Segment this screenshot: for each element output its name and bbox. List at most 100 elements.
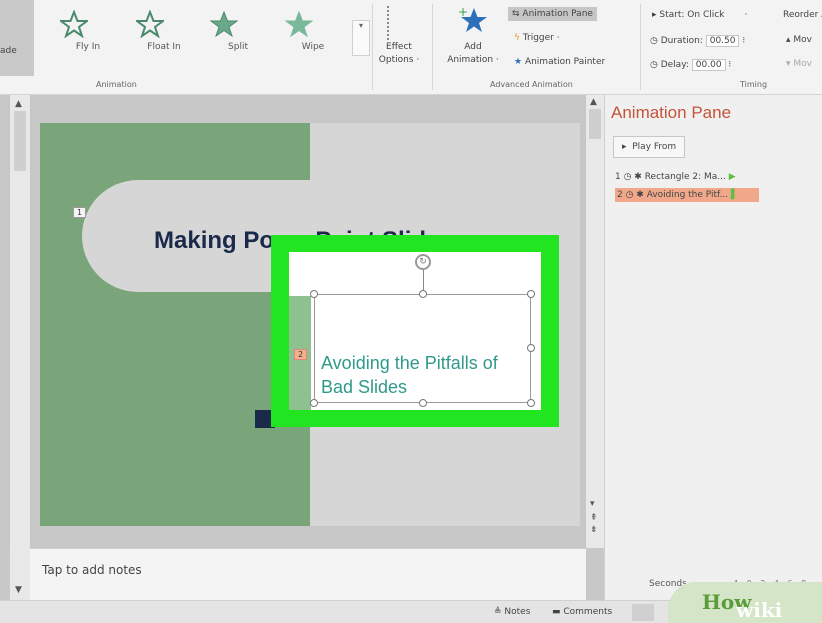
move-later-label: Mov	[793, 59, 812, 69]
start-control[interactable]: ▸ Start: On Click ·	[652, 10, 747, 20]
previous-slide-icon[interactable]: ⇞	[590, 513, 598, 523]
animation-painter-label: Animation Painter	[524, 57, 606, 67]
chevron-down-icon: ·	[727, 10, 748, 20]
animation-group-label: Animation	[96, 80, 137, 89]
resize-handle[interactable]	[419, 399, 427, 407]
start-value: On Click	[687, 10, 725, 20]
pane-item-1[interactable]: 1 ◷ ✱ Rectangle 2: Ma... ▶	[615, 170, 736, 184]
pane-item-label: 2 ◷ ✱ Avoiding the Pitf...	[617, 190, 729, 200]
duration-label: Duration:	[660, 36, 703, 46]
add-animation-label: Add	[464, 42, 482, 52]
lightning-icon: ϟ	[514, 33, 523, 43]
resize-handle[interactable]	[419, 290, 427, 298]
fade-animation-button[interactable]: ade	[0, 0, 34, 76]
scroll-up-icon[interactable]: ▲	[590, 97, 597, 107]
star-plus-icon: +	[458, 5, 487, 32]
painter-star-icon: ★	[514, 57, 525, 67]
split-button[interactable]: Split	[210, 10, 266, 52]
play-from-button[interactable]: ▸ Play From	[613, 136, 686, 158]
star-icon	[60, 10, 88, 38]
star-icon	[285, 10, 313, 38]
rotate-handle-icon[interactable]: ↻	[415, 254, 431, 270]
notes-label: Notes	[504, 607, 531, 617]
pane-item-2[interactable]: 2 ◷ ✱ Avoiding the Pitf... ▌	[615, 188, 759, 202]
animation-painter-button[interactable]: ★ Animation Painter	[514, 57, 605, 67]
notes-icon: ≜	[494, 607, 505, 617]
float-in-label: Float In	[147, 42, 181, 52]
add-animation-label-2: Animation ·	[447, 55, 499, 65]
next-slide-icon[interactable]: ⇟	[590, 525, 598, 535]
divider	[640, 4, 641, 90]
resize-handle[interactable]	[310, 290, 318, 298]
spinner-icon[interactable]: ⁝	[728, 60, 731, 70]
trigger-label: Trigger ·	[522, 33, 560, 43]
star-icon	[210, 10, 238, 38]
add-animation-button[interactable]: + Add Animation ·	[444, 4, 502, 66]
resize-handle[interactable]	[527, 344, 535, 352]
notes-area[interactable]: Tap to add notes	[30, 548, 586, 600]
fly-in-label: Fly In	[75, 42, 101, 52]
move-earlier-label: Mov	[793, 35, 812, 45]
timeline-bar-icon: ▌	[731, 190, 738, 200]
slide-subtitle[interactable]: Avoiding the Pitfalls of Bad Slides	[321, 351, 526, 399]
start-label: Start:	[659, 10, 685, 20]
star-icon	[136, 10, 164, 38]
effect-options-button[interactable]: Effect Options ·	[376, 6, 422, 66]
animation-pane: Animation Pane ▸ Play From 1 ◷ ✱ Rectang…	[604, 95, 822, 600]
duration-control[interactable]: ◷ Duration: 00.50 ⁝	[650, 35, 745, 47]
resize-handle[interactable]	[527, 290, 535, 298]
clock-icon: ◷	[650, 36, 661, 46]
play-icon: ▸	[622, 142, 633, 152]
comments-button[interactable]: ▬ Comments	[552, 607, 612, 617]
notes-placeholder: Tap to add notes	[42, 563, 142, 577]
slide-scrollbar[interactable]: ▲ ▾ ⇞ ⇟	[586, 95, 604, 548]
scroll-down-icon[interactable]: ▼	[15, 585, 22, 595]
svg-text:+: +	[458, 5, 468, 19]
comment-icon: ▬	[552, 607, 564, 617]
resize-handle[interactable]	[527, 399, 535, 407]
animation-tag-1[interactable]: 1	[73, 207, 87, 218]
delay-control[interactable]: ◷ Delay: 00.00 ⁝	[650, 59, 731, 71]
animation-pane-button[interactable]: ⇆ Animation Pane	[508, 7, 597, 21]
move-earlier-button[interactable]: ▴ Mov	[786, 35, 812, 45]
ribbon: ade Fly In Float In Split Wipe ▾ Animati…	[0, 0, 822, 95]
spinner-icon[interactable]: ⁝	[742, 36, 745, 46]
gallery-more-button[interactable]: ▾	[352, 20, 370, 56]
pane-title: Animation Pane	[611, 103, 732, 122]
animation-tag-2[interactable]: 2	[294, 349, 308, 360]
clock-icon: ◷	[650, 60, 661, 70]
timeline-bar-icon: ▶	[728, 172, 736, 182]
effect-options-label: Effect	[386, 42, 412, 52]
wipe-button[interactable]: Wipe	[285, 10, 341, 52]
reorder-label: Reorder A	[783, 10, 822, 20]
wipe-label: Wipe	[301, 42, 325, 52]
fade-label: ade	[0, 46, 17, 56]
comments-label: Comments	[563, 607, 613, 617]
scroll-down-icon[interactable]: ▾	[590, 499, 595, 509]
thumbnail-scrollbar[interactable]: ▲ ▼	[10, 95, 30, 600]
resize-handle[interactable]	[310, 399, 318, 407]
delay-label: Delay:	[660, 60, 689, 70]
play-from-label: Play From	[632, 142, 677, 152]
delay-input[interactable]: 00.00	[691, 59, 726, 71]
effect-options-label-2: Options ·	[378, 55, 420, 65]
divider	[432, 4, 433, 90]
scroll-up-icon[interactable]: ▲	[15, 99, 22, 109]
timing-group-label: Timing	[740, 80, 768, 89]
normal-view-button[interactable]	[632, 604, 654, 621]
animation-pane-label: Animation Pane	[522, 9, 593, 19]
advanced-animation-group-label: Advanced Animation	[490, 80, 573, 89]
move-later-button[interactable]: ▾ Mov	[786, 59, 812, 69]
watermark: wiki How	[668, 582, 822, 623]
fly-in-button[interactable]: Fly In	[60, 10, 116, 52]
effect-options-icon	[387, 6, 411, 40]
duration-input[interactable]: 00.50	[705, 35, 740, 47]
float-in-button[interactable]: Float In	[136, 10, 192, 52]
scroll-thumb[interactable]	[14, 111, 26, 171]
watermark-wiki: wiki	[736, 598, 783, 622]
trigger-button[interactable]: ϟ Trigger ·	[514, 33, 560, 43]
scroll-thumb[interactable]	[589, 109, 601, 139]
animation-pane-icon: ⇆	[512, 9, 523, 19]
split-label: Split	[228, 42, 248, 52]
notes-button[interactable]: ≜ Notes	[494, 607, 530, 617]
